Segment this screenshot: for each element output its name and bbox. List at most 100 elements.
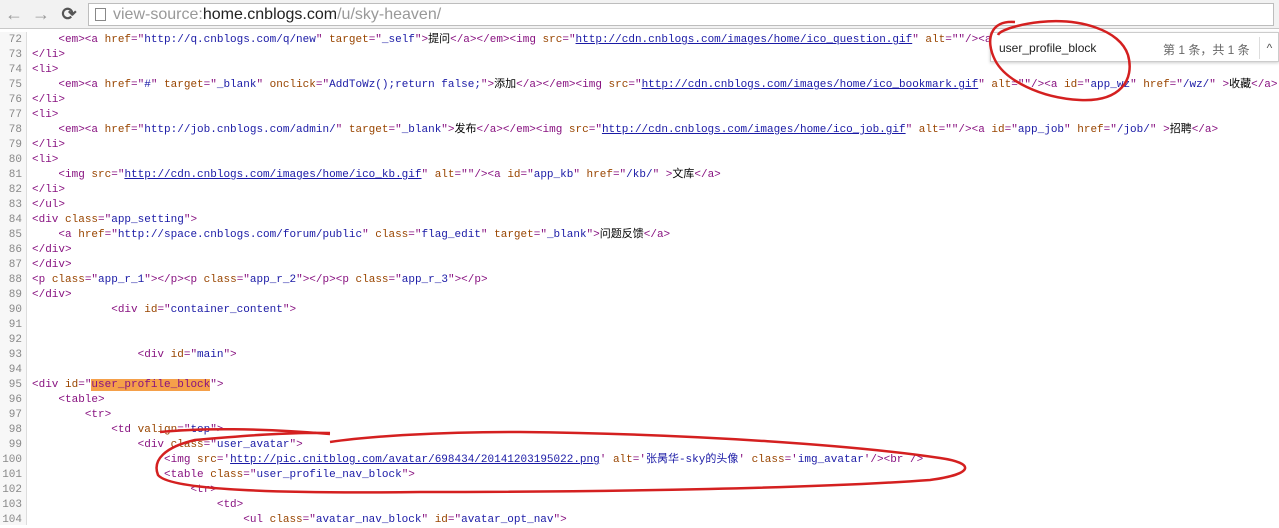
attribute-value: app_setting [111,214,184,226]
source-link[interactable]: http://cdn.cnblogs.com/images/home/ico_j… [602,124,906,136]
line-number: 73 [8,49,22,61]
line-number: 89 [8,289,22,301]
attribute-name: class [203,274,237,286]
text-token: 招聘 [1169,124,1192,136]
tag-token: "> [586,229,600,241]
line-number: 74 [8,64,22,76]
attribute-value: /job/ [1116,124,1150,136]
url-host: home.cnblogs.com [202,6,338,23]
line-number: 101 [2,469,22,481]
source-line: 95 <div id="user_profile_block"> [0,378,1279,393]
tag-token: " [573,169,587,181]
tag-token: <img [164,454,198,466]
attribute-name: onclick [269,79,316,91]
tag-token: "> [441,124,455,136]
tag-token: " > [1209,79,1230,91]
tag-token: "> [414,34,429,46]
line-number: 82 [8,184,22,196]
forward-button[interactable]: → [30,3,52,25]
tag-token: " [362,229,376,241]
attribute-value: _blank [216,79,257,91]
tag-token: =" [368,34,382,46]
line-number: 100 [2,454,22,466]
url-scheme: view-source: [113,6,203,23]
attribute-name: id [434,514,448,526]
tag-token: =" [1077,79,1091,91]
tag-token: =" [131,124,145,136]
line-number: 97 [8,409,22,421]
line-number: 86 [8,244,22,256]
line-number: 93 [8,349,22,361]
source-line: 89 </div> [0,288,1279,303]
attribute-name: class [210,469,244,481]
tag-token: " [335,124,349,136]
attribute-value: /kb/ [626,169,653,181]
source-line: 104 <ul class="avatar_nav_block" id="ava… [0,513,1279,528]
tag-token: "> [480,79,495,91]
line-number: 83 [8,199,22,211]
tag-token: =""/><a [1011,79,1065,91]
attribute-name: href [78,229,105,241]
tag-token: =""/><a [938,124,992,136]
tag-token: =" [520,169,534,181]
find-match-count: 第 1 条，共 1 条 [1163,43,1250,57]
tag-token: "> [401,469,415,481]
attribute-name: class [65,214,99,226]
source-line: 78 <em><a href="http://job.cnblogs.com/a… [0,123,1279,138]
attribute-value: # [144,79,151,91]
line-number: 84 [8,214,22,226]
line-number: 90 [8,304,22,316]
address-bar[interactable]: view-source:home.cnblogs.com/u/sky-heave… [88,3,1274,26]
tag-token: "> [210,379,224,391]
find-previous-button[interactable]: ^ [1259,37,1279,59]
source-line: 100 <img src =' http://pic.cnitblog.com/av… [0,453,1279,468]
tag-token: =" [1004,124,1018,136]
tag-token: <ul [243,514,270,526]
line-number: 77 [8,109,22,121]
attribute-value: flag_edit [421,229,481,241]
attribute-name: alt [918,124,939,136]
source-line: 92 [0,333,1279,348]
attribute-name: id [65,379,79,391]
tag-token: " [421,514,435,526]
attribute-name: href [104,124,132,136]
back-button[interactable]: ← [3,3,25,25]
tag-token: =' [784,454,798,466]
tag-token: " [905,124,919,136]
attribute-name: href [104,34,132,46]
tag-token: </a> [1191,124,1219,136]
source-line: 85 <a href="http://space.cnblogs.com/for… [0,228,1279,243]
tag-token: =" [157,304,171,316]
attribute-name: class [751,454,785,466]
source-line: 93 <div id="main"> [0,348,1279,363]
source-line: 96 <table> [0,393,1279,408]
tag-token: =" [447,514,462,526]
source-line: 74 <li> [0,63,1279,78]
source-link[interactable]: http://cdn.cnblogs.com/images/home/ico_q… [576,34,913,46]
tag-token: <div [137,439,171,451]
source-link[interactable]: http://pic.cnitblog.com/avatar/698434/20… [230,454,600,466]
tag-token: =" [183,349,198,361]
line-number: 95 [8,379,22,391]
tag-token: " > [1149,124,1170,136]
attribute-value: AddToWz();return false; [329,79,481,91]
source-link[interactable]: http://cdn.cnblogs.com/images/home/ico_k… [124,169,421,181]
attribute-name: src [197,454,217,466]
find-input[interactable]: user_profile_block [999,41,1096,55]
tag-token: </a> [1251,79,1278,91]
tag-token: =" [588,124,602,136]
source-line: 81 <img src="http://cdn.cnblogs.com/imag… [0,168,1279,183]
tag-token: "> [282,304,297,316]
reload-button[interactable]: ⟳ [58,3,80,25]
tag-token: =" [562,34,576,46]
attribute-name: id [991,124,1005,136]
attribute-name: alt [434,169,455,181]
line-number: 88 [8,274,22,286]
source-link[interactable]: http://cdn.cnblogs.com/images/home/ico_b… [642,79,979,91]
